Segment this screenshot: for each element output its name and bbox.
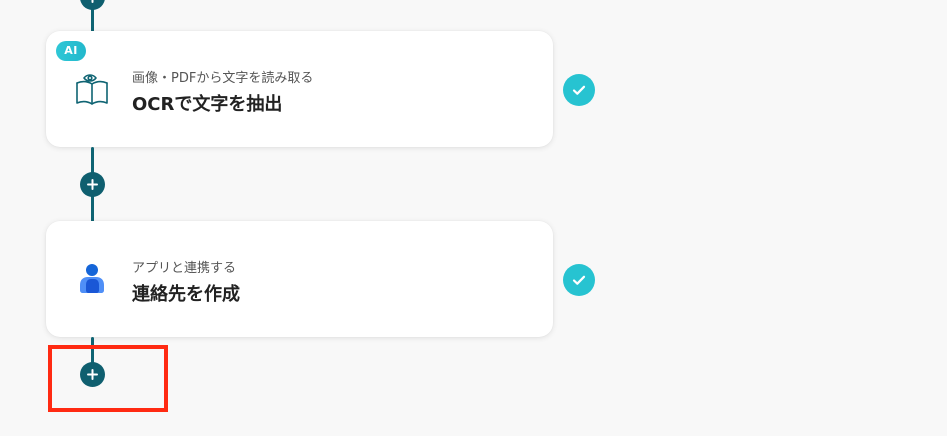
add-step-button-bottom[interactable]	[80, 362, 105, 387]
step-subtitle: 画像・PDFから文字を読み取る	[132, 71, 314, 86]
ai-badge: AI	[56, 41, 86, 61]
plus-icon	[91, 0, 94, 3]
step-card-ocr[interactable]: AI 画像・PDFから文字を読み取る OCRで文字を抽出	[46, 31, 553, 147]
add-step-button-top[interactable]	[80, 0, 105, 10]
step-subtitle: アプリと連携する	[132, 261, 237, 276]
highlight-annotation-box	[48, 345, 168, 412]
step-title: 連絡先を作成	[132, 284, 240, 305]
checkmark-icon	[572, 275, 586, 285]
step-completed-check-icon	[563, 74, 595, 106]
step-completed-check-icon	[563, 264, 595, 296]
add-step-button-middle[interactable]	[80, 172, 105, 197]
plus-icon	[87, 179, 98, 190]
step-card-create-contact[interactable]: アプリと連携する 連絡先を作成	[46, 221, 553, 337]
plus-icon	[87, 369, 98, 380]
step-title: OCRで文字を抽出	[132, 94, 283, 115]
person-contact-icon	[74, 261, 110, 297]
checkmark-icon	[572, 85, 586, 95]
ocr-book-eye-icon	[74, 71, 110, 107]
